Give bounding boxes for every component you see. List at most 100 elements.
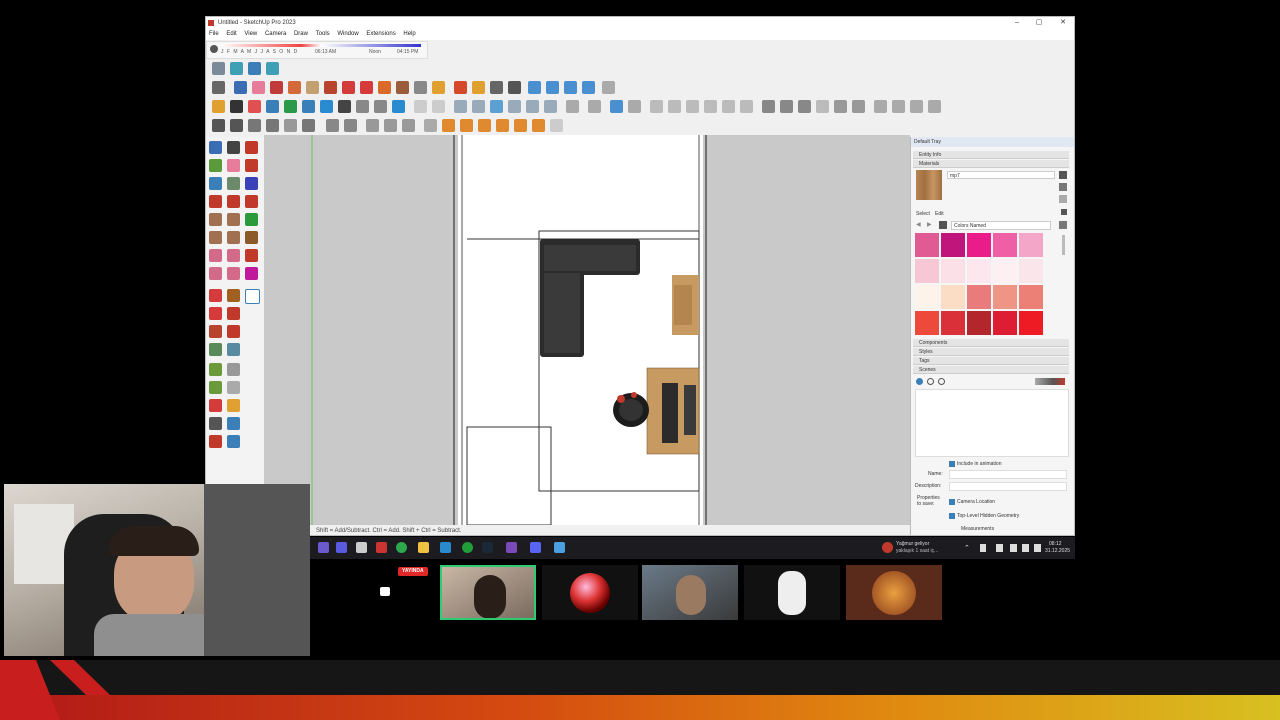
orbit-left-icon[interactable] (209, 399, 222, 412)
edit-tab[interactable]: Edit (935, 211, 944, 217)
battery-icon[interactable] (1034, 544, 1041, 552)
participant-tile-4[interactable] (642, 565, 738, 620)
paint-bucket-left-icon[interactable] (209, 159, 222, 172)
scene-options-icon[interactable] (1035, 378, 1065, 385)
material-icon[interactable] (1059, 171, 1067, 179)
details-arrow-icon[interactable] (1059, 221, 1067, 229)
material-swatch[interactable] (915, 311, 939, 335)
menu-help[interactable]: Help (403, 29, 415, 40)
hand-left-icon[interactable] (245, 289, 260, 304)
cube-icon[interactable] (650, 100, 663, 113)
dimensions-icon[interactable] (514, 119, 527, 132)
hide-icon[interactable] (402, 119, 415, 132)
select-tool-icon[interactable] (234, 81, 247, 94)
home-icon[interactable] (939, 221, 947, 229)
material-swatch[interactable] (1019, 311, 1043, 335)
select-tab[interactable]: Select (916, 211, 930, 217)
app-blue-icon[interactable] (440, 542, 451, 553)
red-tool-3-icon[interactable] (245, 249, 258, 262)
layers-3-icon[interactable] (910, 100, 923, 113)
participant-tile-6[interactable] (846, 565, 942, 620)
display-section-icon[interactable] (366, 119, 379, 132)
include-animation-checkbox[interactable] (949, 461, 955, 467)
material-swatch[interactable] (967, 311, 991, 335)
xbox-icon[interactable] (462, 542, 473, 553)
hand-icon[interactable] (472, 81, 485, 94)
solid-tools-icon[interactable] (302, 100, 315, 113)
menu-camera[interactable]: Camera (265, 29, 286, 40)
fog-icon[interactable] (834, 100, 847, 113)
rotated-rect-icon[interactable] (227, 213, 240, 226)
section-fill-icon[interactable] (384, 119, 397, 132)
eraser-icon[interactable] (252, 81, 265, 94)
unhide-icon[interactable] (424, 119, 437, 132)
steam-icon[interactable] (482, 542, 493, 553)
brown-tool-icon[interactable] (245, 231, 258, 244)
move-left-icon[interactable] (209, 289, 222, 302)
tags-section[interactable]: Tags (913, 357, 1069, 365)
camera-location-checkbox[interactable] (949, 499, 955, 505)
material-swatch[interactable] (941, 233, 965, 257)
task-view-icon[interactable] (356, 542, 367, 553)
material-swatch[interactable] (993, 311, 1017, 335)
material-swatch[interactable] (1019, 259, 1043, 283)
pencil-icon[interactable] (270, 81, 283, 94)
line-icon[interactable] (432, 100, 445, 113)
material-swatch[interactable] (967, 259, 991, 283)
back-edges-icon[interactable] (230, 119, 243, 132)
axes-icon[interactable] (496, 119, 509, 132)
gear-icon[interactable] (230, 100, 243, 113)
cloud-icon[interactable] (356, 100, 369, 113)
sandbox-left-icon[interactable] (209, 177, 222, 190)
arc-left-icon[interactable] (209, 249, 222, 262)
hidden-geometry-checkbox[interactable] (949, 513, 955, 519)
material-swatch[interactable] (941, 285, 965, 309)
cube-3-icon[interactable] (686, 100, 699, 113)
red-tool-icon[interactable] (245, 159, 258, 172)
participant-tile-1[interactable]: YAYINDA (338, 565, 434, 620)
cloud-3-icon[interactable] (588, 100, 601, 113)
shadow-date-slider[interactable] (221, 44, 421, 47)
make-component-icon[interactable] (245, 141, 258, 154)
rotate-icon[interactable] (360, 81, 373, 94)
cube-6-icon[interactable] (740, 100, 753, 113)
participant-tile-3[interactable] (542, 565, 638, 620)
eyedropper-icon[interactable] (1061, 209, 1067, 215)
layers-4-icon[interactable] (928, 100, 941, 113)
zoom-window-icon[interactable] (227, 417, 240, 430)
dot-icon[interactable] (414, 100, 427, 113)
remove-scene-icon[interactable] (938, 378, 945, 385)
paint-bucket-icon[interactable] (432, 81, 445, 94)
discord-icon[interactable] (530, 542, 541, 553)
scale-icon[interactable] (378, 81, 391, 94)
freehand-icon[interactable] (227, 195, 240, 208)
share-model-icon[interactable] (546, 81, 559, 94)
material-swatch[interactable] (941, 311, 965, 335)
app-red-icon[interactable] (376, 542, 387, 553)
cancel-icon[interactable] (248, 100, 261, 113)
shaded-textures-icon[interactable] (302, 119, 315, 132)
dimension-left-icon[interactable] (227, 343, 240, 356)
3d-text-icon[interactable] (550, 119, 563, 132)
shape-tool-3-icon[interactable] (490, 100, 503, 113)
green-tool-icon[interactable] (245, 213, 258, 226)
text-tool-icon[interactable] (532, 119, 545, 132)
front-view-icon[interactable] (266, 62, 279, 75)
move-icon[interactable] (342, 81, 355, 94)
zoom-extents-left-icon[interactable] (209, 435, 222, 448)
select-arrow-icon[interactable] (209, 141, 222, 154)
text-left-icon[interactable] (227, 363, 240, 376)
pie-icon[interactable] (227, 267, 240, 280)
look-around-icon[interactable] (798, 100, 811, 113)
paint-icon[interactable] (460, 119, 473, 132)
widgets-icon[interactable] (318, 542, 329, 553)
material-swatch[interactable] (993, 233, 1017, 257)
shape-tool-4-icon[interactable] (508, 100, 521, 113)
blue-tool-icon[interactable] (245, 177, 258, 190)
scene-description-input[interactable] (949, 482, 1067, 491)
protractor-icon[interactable] (478, 119, 491, 132)
zoom-left-icon[interactable] (209, 417, 222, 430)
rectangle-left-icon[interactable] (209, 213, 222, 226)
material-name-field[interactable]: mp7 (947, 171, 1055, 179)
extension-warehouse-icon[interactable] (564, 81, 577, 94)
